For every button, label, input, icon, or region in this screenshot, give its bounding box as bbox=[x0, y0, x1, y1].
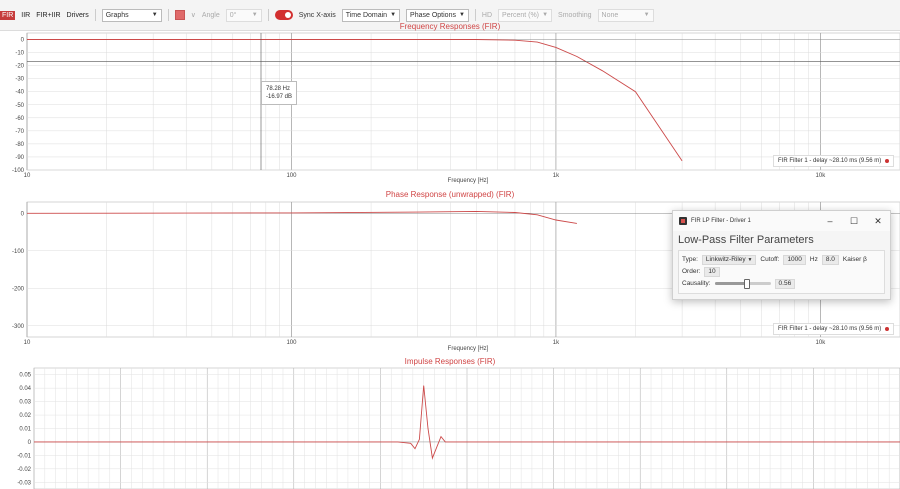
freq-y-tick-label: 0 bbox=[21, 38, 25, 44]
type-select[interactable]: Linkwitz-Riley ▼ bbox=[701, 254, 757, 265]
close-button[interactable]: ✕ bbox=[866, 216, 890, 227]
order-row: Order: 10 bbox=[682, 266, 881, 277]
freq-plot-area bbox=[26, 32, 900, 171]
phase-x-tick-label: 10 bbox=[24, 340, 31, 346]
app-icon bbox=[679, 217, 687, 225]
legend-dot bbox=[885, 327, 890, 331]
phase-y-tick-label: 0 bbox=[21, 211, 25, 217]
legend-dot bbox=[885, 159, 890, 163]
dialog-body: Type: Linkwitz-Riley ▼ Cutoff: 1000 Hz 8… bbox=[678, 250, 885, 294]
freq-x-tick-label: 10k bbox=[816, 173, 827, 179]
causality-label: Causality: bbox=[682, 280, 711, 287]
phase-legend-label: FIR Filter 1 - delay ~28.10 ms (9.56 m) bbox=[778, 326, 882, 332]
freq-y-tick-label: -90 bbox=[15, 155, 24, 161]
type-row: Type: Linkwitz-Riley ▼ Cutoff: 1000 Hz 8… bbox=[682, 254, 881, 265]
dialog-title: FIR LP Filter - Driver 1 bbox=[691, 218, 751, 224]
cutoff-input[interactable]: 1000 bbox=[783, 254, 806, 265]
tooltip-frequency: 78.28 Hz bbox=[266, 86, 291, 92]
order-label: Order: bbox=[682, 268, 701, 275]
type-label: Type: bbox=[682, 256, 698, 263]
kaiser-beta-input[interactable]: 8.0 bbox=[821, 254, 839, 265]
impulse-y-tick-label: -0.01 bbox=[17, 453, 31, 459]
impulse-y-tick-label: -0.02 bbox=[17, 467, 31, 473]
freq-y-tick-label: -10 bbox=[15, 51, 24, 57]
cursor-tooltip: 78.28 Hz -16.97 dB bbox=[261, 81, 298, 105]
freq-legend-label: FIR Filter 1 - delay ~28.10 ms (9.56 m) bbox=[778, 158, 882, 164]
fir-lp-filter-dialog: FIR LP Filter - Driver 1 – ☐ ✕ Low-Pass … bbox=[672, 210, 891, 300]
freq-y-tick-label: -50 bbox=[15, 103, 24, 109]
order-input[interactable]: 10 bbox=[704, 266, 720, 277]
impulse-y-tick-label: 0.02 bbox=[19, 413, 31, 419]
impulse-y-tick-label: 0.05 bbox=[19, 373, 31, 379]
causality-slider-fill bbox=[714, 282, 746, 285]
phase-x-tick-label: 1k bbox=[553, 340, 560, 346]
causality-slider[interactable] bbox=[714, 279, 771, 289]
phase-y-tick-label: -200 bbox=[12, 286, 25, 292]
phase-y-tick-label: -300 bbox=[12, 324, 25, 330]
kaiser-beta-label: Kaiser β bbox=[842, 256, 867, 263]
dialog-titlebar[interactable]: FIR LP Filter - Driver 1 – ☐ ✕ bbox=[673, 211, 890, 231]
causality-slider-thumb[interactable] bbox=[743, 279, 750, 289]
freq-legend: FIR Filter 1 - delay ~28.10 ms (9.56 m) bbox=[773, 155, 895, 167]
cutoff-label: Cutoff: bbox=[760, 256, 780, 263]
cutoff-unit: Hz bbox=[809, 256, 818, 263]
minimize-button[interactable]: – bbox=[818, 216, 842, 226]
impulse-y-tick-label: 0.04 bbox=[19, 386, 31, 392]
maximize-button[interactable]: ☐ bbox=[842, 216, 866, 227]
freq-x-tick-label: 1k bbox=[553, 173, 560, 179]
freq-y-tick-label: -30 bbox=[15, 77, 24, 83]
freq-y-tick-label: -70 bbox=[15, 129, 24, 135]
phase-x-tick-label: 10k bbox=[816, 340, 827, 346]
freq-x-tick-label: 100 bbox=[286, 173, 297, 179]
phase-legend: FIR Filter 1 - delay ~28.10 ms (9.56 m) bbox=[773, 323, 895, 335]
chevron-down-icon: ▼ bbox=[747, 256, 753, 263]
impulse-y-tick-label: -0.03 bbox=[17, 480, 31, 486]
impulse-y-tick-label: 0.03 bbox=[19, 400, 31, 406]
freq-y-tick-label: -40 bbox=[15, 90, 24, 96]
phase-x-tick-label: 100 bbox=[286, 340, 297, 346]
freq-y-tick-label: -20 bbox=[15, 64, 24, 70]
dialog-heading: Low-Pass Filter Parameters bbox=[678, 234, 814, 246]
freq-y-tick-label: -80 bbox=[15, 142, 24, 148]
type-value: Linkwitz-Riley bbox=[705, 255, 746, 263]
causality-input[interactable]: 0.56 bbox=[774, 278, 796, 289]
freq-x-tick-label: 10 bbox=[24, 173, 31, 179]
tooltip-value: -16.97 dB bbox=[266, 94, 293, 100]
freq-y-tick-label: -60 bbox=[15, 116, 24, 122]
causality-row: Causality: 0.56 bbox=[682, 278, 881, 289]
impulse-y-tick-label: 0.01 bbox=[19, 427, 31, 433]
phase-y-tick-label: -100 bbox=[12, 249, 25, 255]
impulse-y-tick-label: 0 bbox=[28, 440, 32, 446]
